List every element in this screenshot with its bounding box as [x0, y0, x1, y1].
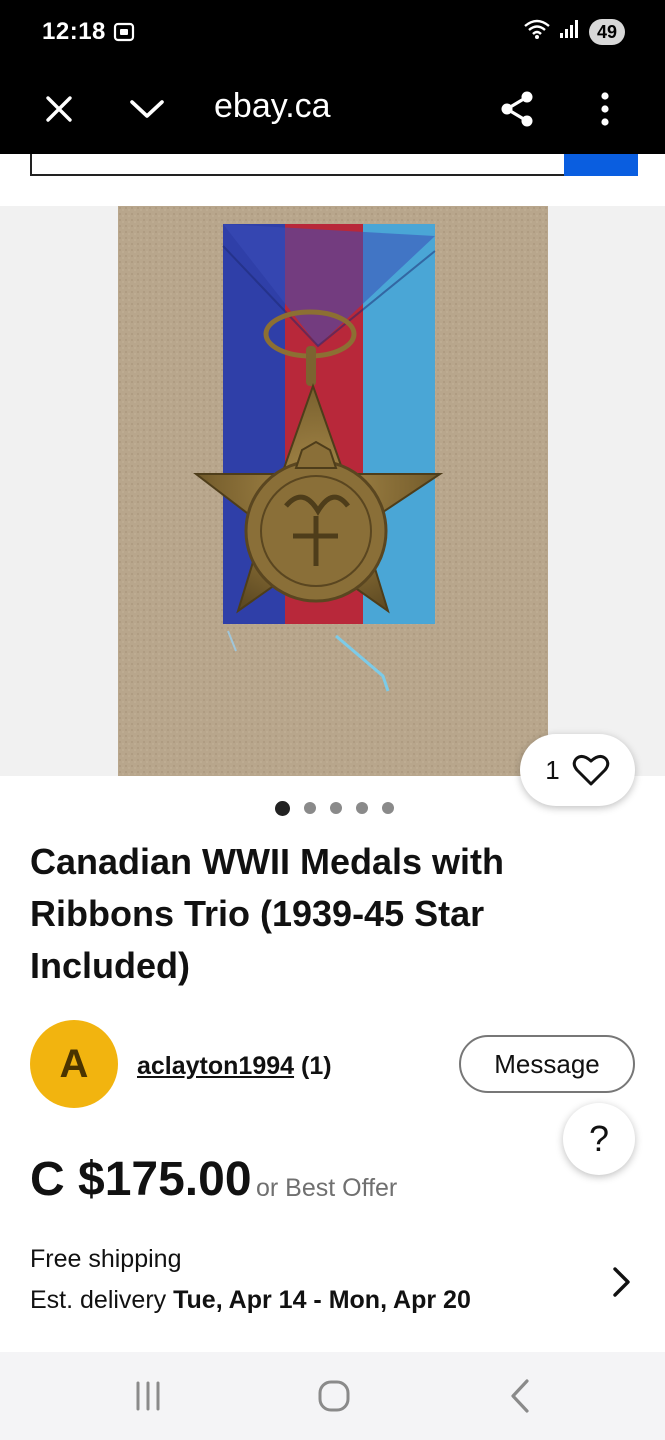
- listing-title: Canadian WWII Medals with Ribbons Trio (…: [30, 841, 505, 986]
- seller-feedback: (1): [301, 1052, 332, 1080]
- home-icon: [318, 1380, 350, 1412]
- message-button[interactable]: Message: [459, 1035, 635, 1093]
- shipping-label[interactable]: Free shipping: [30, 1245, 181, 1274]
- carousel-dot[interactable]: [275, 801, 290, 816]
- share-icon: [501, 91, 533, 127]
- medal-photo[interactable]: [118, 206, 548, 776]
- back-icon: [511, 1379, 529, 1413]
- status-icons: 49: [523, 18, 625, 45]
- watch-button[interactable]: 1: [520, 734, 635, 806]
- page-url[interactable]: ebay.ca: [214, 84, 331, 128]
- wifi-icon: [523, 18, 551, 45]
- recent-apps-icon: [136, 1381, 160, 1411]
- signal-icon: [559, 19, 581, 44]
- search-bar-remnant: [0, 154, 665, 206]
- chevron-down-icon: [130, 100, 164, 118]
- best-offer-label: or Best Offer: [256, 1174, 398, 1202]
- delivery-estimate[interactable]: Est. delivery Tue, Apr 14 - Mon, Apr 20: [30, 1286, 471, 1315]
- watch-count: 1: [545, 754, 560, 785]
- seller-info[interactable]: aclayton1994 (1): [137, 1052, 332, 1081]
- system-nav-bar: [0, 1352, 665, 1440]
- delivery-prefix: Est. delivery: [30, 1286, 167, 1314]
- help-button[interactable]: ?: [563, 1103, 635, 1175]
- carousel-dot[interactable]: [330, 802, 342, 814]
- minimize-tab-button[interactable]: [120, 82, 174, 136]
- close-tab-button[interactable]: [32, 82, 86, 136]
- more-vert-icon: [601, 92, 609, 126]
- delivery-dates: Tue, Apr 14 - Mon, Apr 20: [173, 1286, 471, 1314]
- carousel-dot[interactable]: [304, 802, 316, 814]
- seller-avatar[interactable]: A: [30, 1020, 118, 1108]
- more-options-button[interactable]: [578, 82, 632, 136]
- chevron-right-icon[interactable]: [606, 1264, 636, 1300]
- status-time: 12:18: [42, 18, 106, 45]
- heart-icon: [572, 754, 609, 786]
- carousel-dot[interactable]: [356, 802, 368, 814]
- close-icon: [46, 96, 72, 122]
- recent-apps-button[interactable]: [118, 1372, 178, 1420]
- home-button[interactable]: [304, 1372, 364, 1420]
- item-price: C $175.00: [30, 1153, 252, 1206]
- image-gallery[interactable]: 1: [0, 206, 665, 806]
- carousel-dots: [0, 801, 665, 816]
- seller-username[interactable]: aclayton1994: [137, 1052, 294, 1080]
- status-bar: 12:18 49: [0, 0, 665, 64]
- search-input[interactable]: [30, 154, 566, 176]
- search-button[interactable]: [564, 154, 638, 176]
- share-button[interactable]: [490, 82, 544, 136]
- screen-record-icon: [112, 20, 136, 44]
- browser-toolbar: ebay.ca: [0, 64, 665, 154]
- battery-indicator: 49: [588, 18, 625, 45]
- carousel-dot[interactable]: [382, 802, 394, 814]
- back-button[interactable]: [490, 1372, 550, 1420]
